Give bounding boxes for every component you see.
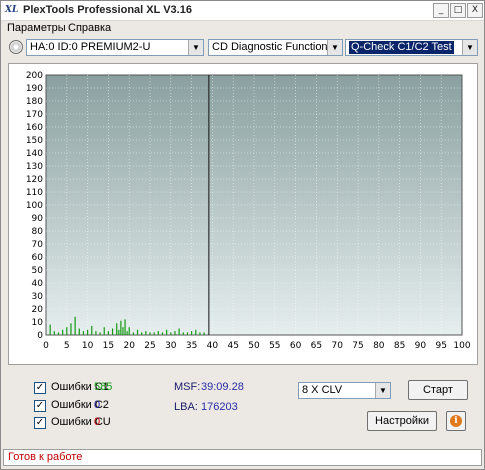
disc-drive-icon — [9, 40, 23, 54]
c2-label: Ошибки C2 — [51, 399, 109, 411]
y-tick-label: 130 — [26, 162, 43, 172]
lba-value: 176203 — [201, 401, 238, 413]
c1-checkbox[interactable]: ✓ — [34, 382, 46, 394]
cu-label: Ошибки CU — [51, 416, 111, 428]
y-tick-label: 40 — [32, 279, 44, 289]
x-tick-label: 70 — [331, 341, 343, 351]
info-icon: i — [450, 415, 462, 427]
c2-checkbox[interactable]: ✓ — [34, 400, 46, 412]
speed-select[interactable]: 8 X CLV ▼ — [298, 382, 391, 399]
maximize-button[interactable]: □ — [450, 3, 466, 18]
x-tick-label: 100 — [453, 341, 470, 351]
c1c2-chart: 0102030405060708090100110120130140150160… — [26, 71, 471, 351]
app-logo-icon: XL — [5, 5, 19, 15]
x-tick-label: 5 — [64, 341, 70, 351]
y-tick-label: 190 — [26, 84, 43, 94]
chevron-down-icon[interactable]: ▼ — [188, 40, 203, 55]
x-tick-label: 35 — [186, 341, 197, 351]
x-tick-label: 30 — [165, 341, 177, 351]
x-tick-label: 90 — [415, 341, 427, 351]
cu-row[interactable]: ✓ Ошибки CU 0 — [34, 416, 124, 430]
x-tick-label: 10 — [82, 341, 94, 351]
cu-count: 0 — [94, 416, 101, 428]
close-button[interactable]: X — [467, 3, 483, 18]
x-tick-label: 95 — [435, 341, 446, 351]
x-tick-label: 75 — [352, 341, 363, 351]
x-tick-label: 55 — [269, 341, 280, 351]
speed-select-value: 8 X CLV — [302, 384, 343, 396]
y-tick-label: 160 — [26, 123, 43, 133]
x-tick-label: 25 — [144, 341, 155, 351]
y-tick-label: 170 — [26, 110, 43, 120]
x-tick-label: 20 — [123, 341, 135, 351]
y-tick-label: 50 — [32, 266, 44, 276]
main-window: XL PlexTools Professional XL V3.16 _ □ X… — [0, 0, 485, 470]
y-tick-label: 200 — [26, 71, 43, 81]
title-bar[interactable]: XL PlexTools Professional XL V3.16 _ □ X — [1, 1, 484, 21]
window-title: PlexTools Professional XL V3.16 — [23, 4, 192, 16]
x-tick-label: 40 — [207, 341, 219, 351]
function-select-value: CD Diagnostic Functions — [212, 41, 334, 53]
chevron-down-icon[interactable]: ▼ — [375, 383, 390, 398]
function-select[interactable]: CD Diagnostic Functions ▼ — [208, 39, 343, 56]
y-tick-label: 100 — [26, 201, 43, 211]
info-button[interactable]: i — [446, 411, 466, 431]
cu-checkbox[interactable]: ✓ — [34, 417, 46, 429]
y-tick-label: 70 — [32, 240, 44, 250]
lba-label: LBA: — [174, 401, 198, 413]
x-tick-label: 85 — [394, 341, 405, 351]
x-tick-label: 60 — [290, 341, 302, 351]
x-tick-label: 45 — [227, 341, 238, 351]
y-tick-label: 30 — [32, 292, 44, 302]
c1-count: 585 — [94, 381, 113, 393]
c2-count: 0 — [94, 399, 101, 411]
y-tick-label: 80 — [32, 227, 44, 237]
c1-row[interactable]: ✓ Ошибки C1 585 — [34, 381, 124, 395]
minimize-button[interactable]: _ — [433, 3, 449, 18]
chevron-down-icon[interactable]: ▼ — [462, 40, 477, 55]
settings-button[interactable]: Настройки — [367, 411, 437, 431]
menu-parameters[interactable]: Параметры — [7, 22, 66, 34]
y-tick-label: 0 — [37, 331, 43, 341]
start-button[interactable]: Старт — [408, 380, 468, 400]
menu-bar: Параметры Справка — [1, 21, 484, 37]
y-tick-label: 60 — [32, 253, 44, 263]
x-tick-label: 65 — [311, 341, 322, 351]
chevron-down-icon[interactable]: ▼ — [327, 40, 342, 55]
y-tick-label: 110 — [26, 188, 43, 198]
y-tick-label: 20 — [32, 305, 44, 315]
y-tick-label: 180 — [26, 97, 43, 107]
x-tick-label: 80 — [373, 341, 385, 351]
test-select-value: Q-Check C1/C2 Test — [349, 41, 454, 54]
msf-value: 39:09.28 — [201, 381, 244, 393]
y-tick-label: 150 — [26, 136, 43, 146]
chart-panel: 0 10 20 30 40 50 60 70 80 90 100 110 120 130 140 150 160… — [8, 63, 478, 365]
msf-label: MSF: — [174, 381, 201, 393]
x-tick-label: 0 — [43, 341, 49, 351]
test-select[interactable]: Q-Check C1/C2 Test ▼ — [345, 39, 478, 56]
results-panel: ✓ Ошибки C1 585 ✓ Ошибки C2 0 ✓ Ошибки C… — [34, 373, 474, 433]
c2-row[interactable]: ✓ Ошибки C2 0 — [34, 399, 124, 413]
y-tick-label: 140 — [26, 149, 43, 159]
menu-help[interactable]: Справка — [68, 22, 111, 34]
drive-select-value: HA:0 ID:0 PREMIUM2-U — [30, 41, 151, 53]
status-bar: Готов к работе — [3, 449, 482, 466]
drive-select[interactable]: HA:0 ID:0 PREMIUM2-U ▼ — [26, 39, 204, 56]
x-tick-label: 50 — [248, 341, 260, 351]
y-tick-label: 90 — [32, 214, 44, 224]
y-tick-label: 10 — [32, 318, 44, 328]
y-tick-label: 120 — [26, 175, 43, 185]
x-tick-label: 15 — [103, 341, 114, 351]
